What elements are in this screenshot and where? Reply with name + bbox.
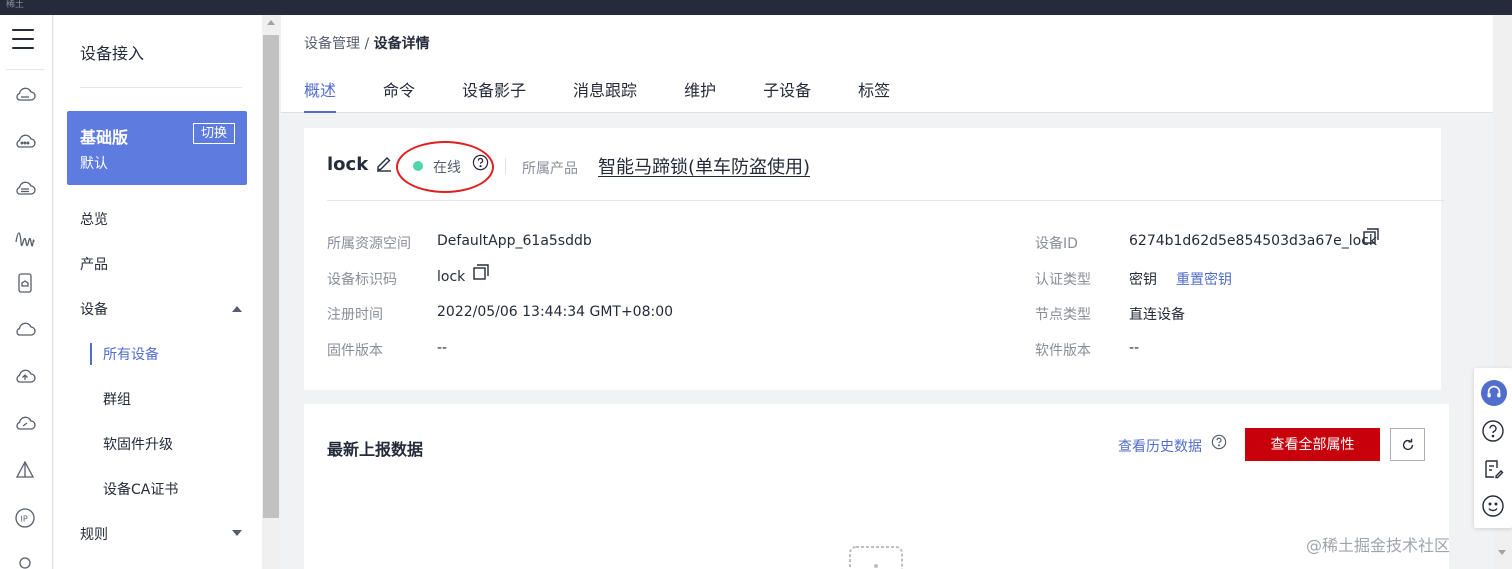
cloud-gauge-icon[interactable] [13,412,37,436]
tab-message-trace[interactable]: 消息跟踪 [573,77,637,113]
empty-state-icon [844,544,908,569]
rail-divider [6,69,44,70]
copy-icon[interactable] [472,263,490,281]
tab-device-shadow[interactable]: 设备影子 [462,77,526,113]
cloud-partial-icon[interactable] [13,553,37,569]
field-label-software: 软件版本 [1035,343,1091,359]
field-value-node-type: 直连设备 [1129,307,1185,323]
latest-data-card: 最新上报数据 查看历史数据 查看全部属性 [304,404,1449,569]
breadcrumb-current: 设备详情 [373,36,430,52]
sidebar-item-products[interactable]: 产品 [80,254,108,274]
top-bar-title: 稀土 [6,0,25,10]
cloud-server-icon[interactable] [13,83,37,107]
sidebar-item-firmware-upgrade[interactable]: 软固件升级 [103,434,173,454]
help-icon[interactable] [1481,419,1505,443]
sidebar-item-devices[interactable]: 设备 [80,299,108,319]
top-bar: 稀土 [0,0,1512,15]
sidebar-item-overview[interactable]: 总览 [80,209,108,229]
field-label-resource-space: 所属资源空间 [327,236,411,252]
edition-card: 基础版 默认 切换 [67,111,247,185]
field-label-identifier: 设备标识码 [327,272,397,288]
sidebar-item-ca-cert[interactable]: 设备CA证书 [103,479,178,499]
view-all-properties-button[interactable]: 查看全部属性 [1245,428,1380,461]
sidebar-item-all-devices[interactable]: 所有设备 [103,344,159,364]
edit-icon[interactable] [375,154,393,172]
breadcrumb: 设备管理 / 设备详情 [304,33,430,53]
field-label-node-type: 节点类型 [1035,307,1091,323]
cloud-database-icon[interactable] [13,177,37,201]
edition-name: 基础版 [80,128,129,147]
field-label-firmware: 固件版本 [327,343,383,359]
field-value-resource-space: DefaultApp_61a5sddb [437,233,592,249]
waveform-icon[interactable] [13,224,37,248]
annotation-circle [396,141,494,193]
view-history-link[interactable]: 查看历史数据 [1118,436,1202,456]
chevron-up-icon[interactable] [232,306,242,312]
scroll-down-arrow-icon[interactable] [1498,550,1506,555]
tab-child-devices[interactable]: 子设备 [763,77,811,113]
field-value-auth-type: 密钥 [1129,272,1157,288]
latest-data-title: 最新上报数据 [327,440,424,459]
watermark: @稀土掘金技术社区 [1306,536,1451,555]
sidebar-item-groups[interactable]: 群组 [103,389,131,409]
field-label-register-time: 注册时间 [327,307,383,323]
chevron-down-icon[interactable] [232,530,242,536]
sidebar-title: 设备接入 [80,44,145,63]
svg-text:IP: IP [21,515,28,524]
page-header: 设备管理 / 设备详情 概述 命令 设备影子 消息跟踪 维护 子设备 标签 [281,15,1493,113]
reset-secret-link[interactable]: 重置密钥 [1176,269,1232,289]
help-icon[interactable] [1211,434,1227,450]
field-label-auth-type: 认证类型 [1035,272,1091,288]
field-value-firmware: -- [437,340,448,356]
icon-rail: IP [0,15,53,569]
field-value-register-time: 2022/05/06 13:44:34 GMT+08:00 [437,304,674,320]
customer-service-icon[interactable] [1481,380,1507,406]
pyramid-icon[interactable] [13,459,37,483]
copy-icon[interactable] [1362,227,1380,245]
field-value-device-id: 6274b1d62d5e854503d3a67e_lock [1129,233,1378,249]
device-info-card: lock 在线 所属产品 智能马蹄锁(单车防盗使用) 所属资源空间 Defaul… [304,128,1444,390]
product-label: 所属产品 [522,161,578,177]
product-link[interactable]: 智能马蹄锁(单车防盗使用) [598,153,810,179]
breadcrumb-parent[interactable]: 设备管理 [304,36,360,52]
floating-toolbar [1474,368,1512,528]
tab-overview[interactable]: 概述 [304,77,337,113]
tab-maintenance[interactable]: 维护 [684,77,716,113]
ip-icon[interactable]: IP [13,506,37,530]
feedback-edit-icon[interactable] [1481,457,1505,481]
hamburger-menu-icon[interactable] [12,29,34,49]
tab-tags[interactable]: 标签 [858,77,890,113]
sidebar-divider [80,87,242,88]
breadcrumb-separator: / [360,36,374,52]
device-name: lock [327,154,369,175]
refresh-button[interactable] [1390,428,1425,461]
field-value-identifier: lock [437,269,466,285]
tab-bar: 概述 命令 设备影子 消息跟踪 维护 子设备 标签 [304,77,937,113]
sidebar-scroll-thumb[interactable] [263,35,279,518]
switch-edition-button[interactable]: 切换 [192,123,235,144]
field-value-software: -- [1129,340,1140,356]
vertical-divider [505,158,506,174]
sidebar-item-rules[interactable]: 规则 [80,524,108,544]
mobile-device-icon[interactable] [13,271,37,295]
active-indicator [90,343,92,365]
smiley-icon[interactable] [1481,494,1505,518]
field-label-device-id: 设备ID [1035,236,1078,252]
sidebar-scrollbar[interactable] [262,15,280,569]
cloud-outline-icon[interactable] [13,318,37,342]
scroll-up-arrow-icon[interactable] [267,20,275,25]
info-divider [327,200,1444,201]
refresh-icon [1402,438,1414,451]
cloud-upload-icon[interactable] [13,365,37,389]
tab-commands[interactable]: 命令 [383,77,415,113]
secondary-sidebar: 设备接入 基础版 默认 切换 总览 产品 设备 所有设备 群组 软固件升级 设备… [54,15,262,569]
edition-subtitle: 默认 [80,156,108,172]
cloud-dots-icon[interactable] [13,130,37,154]
